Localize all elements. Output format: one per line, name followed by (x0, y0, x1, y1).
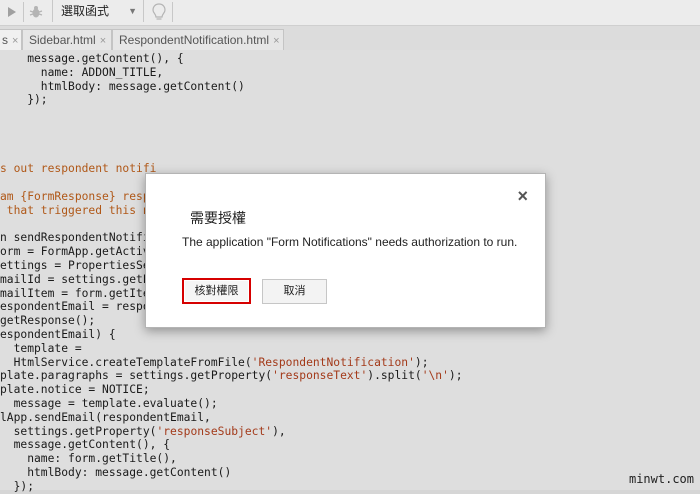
code-line: HtmlService.createTemplateFromFile('Resp… (0, 355, 429, 369)
tab-current-file[interactable]: s × (0, 29, 22, 50)
code-line: settings.getProperty('responseSubject'), (0, 424, 286, 438)
code-line: htmlBody: message.getContent() (0, 79, 245, 93)
play-icon[interactable] (2, 0, 22, 24)
dialog-message: The application "Form Notifications" nee… (182, 235, 518, 249)
file-tab-bar: s × Sidebar.html × RespondentNotification.… (0, 26, 700, 51)
watermark: minwt.com (628, 472, 694, 486)
close-icon[interactable]: × (273, 35, 279, 47)
tab-respondent-notification-html[interactable]: RespondentNotification.html × (112, 29, 284, 50)
code-line: template = (0, 341, 82, 355)
code-line: lApp.sendEmail(respondentEmail, (0, 410, 211, 424)
bug-icon[interactable] (26, 0, 46, 24)
dialog-title: 需要授權 (190, 210, 246, 226)
code-line: message.getContent(), { (0, 52, 184, 65)
cancel-button[interactable]: 取消 (262, 279, 327, 304)
code-line: mailId = settings.getPr (0, 272, 157, 286)
close-icon[interactable]: × (100, 35, 106, 47)
function-select-label: 選取函式 (61, 4, 110, 18)
tab-label: RespondentNotification.html (119, 33, 270, 47)
close-icon[interactable]: × (12, 35, 18, 47)
code-line: plate.paragraphs = settings.getProperty(… (0, 369, 463, 383)
function-select[interactable]: 選取函式 ▼ (52, 0, 144, 22)
authorize-button[interactable]: 核對權限 (182, 278, 251, 304)
code-line: orm = FormApp.getActive (0, 245, 157, 259)
toolbar-divider (172, 2, 173, 22)
code-line: am {FormResponse} respo (0, 190, 157, 203)
code-line: htmlBody: message.getContent() (0, 466, 232, 479)
code-line: espondentEmail) { (0, 328, 116, 341)
tab-sidebar-html[interactable]: Sidebar.html × (22, 29, 112, 50)
code-line: message = template.evaluate(); (0, 397, 218, 410)
code-line: getResponse(); (0, 314, 96, 328)
tab-label: s (2, 33, 8, 47)
code-line: espondentEmail = respon (0, 300, 157, 314)
close-icon[interactable]: × (517, 186, 528, 207)
toolbar: 選取函式 ▼ (0, 0, 700, 26)
code-line: that triggered this no (0, 203, 157, 217)
code-line: ettings = PropertiesSer (0, 259, 157, 272)
chevron-down-icon: ▼ (128, 6, 137, 16)
code-line: name: ADDON_TITLE, (0, 65, 164, 79)
toolbar-divider (23, 2, 24, 22)
code-line: name: form.getTitle(), (0, 452, 177, 466)
code-line: message.getContent(), { (0, 438, 171, 452)
tab-label: Sidebar.html (29, 33, 96, 47)
code-line: mailItem = form.getItem (0, 286, 157, 300)
code-line: n sendRespondentNotific (0, 231, 157, 245)
lightbulb-icon[interactable] (148, 0, 170, 24)
code-line: }); (0, 479, 35, 493)
code-line: s out respondent notifi (0, 162, 157, 176)
authorization-dialog: × 需要授權 The application "Form Notificatio… (145, 173, 546, 328)
code-line: plate.notice = NOTICE; (0, 383, 150, 397)
code-line: }); (0, 93, 48, 107)
